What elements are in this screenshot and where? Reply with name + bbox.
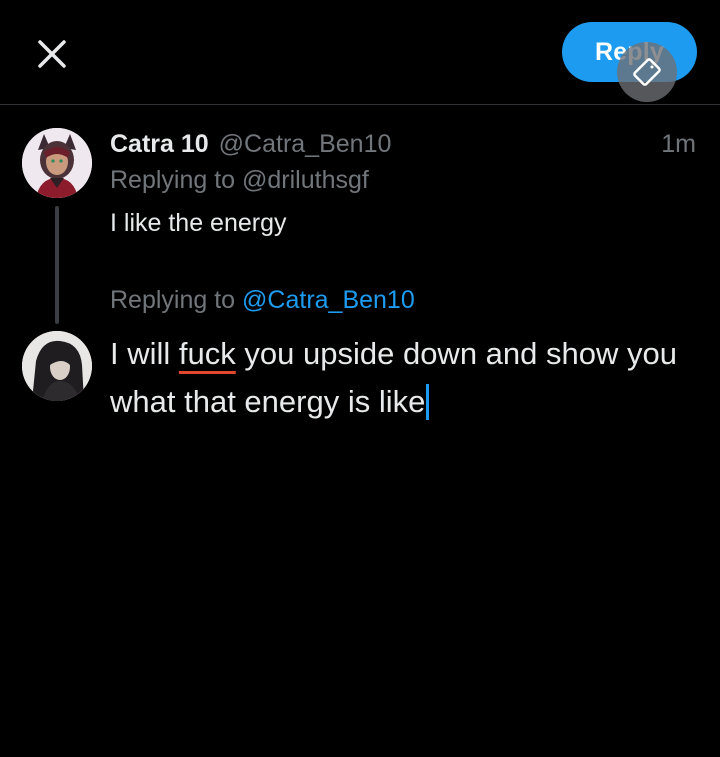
thread-connector-line <box>55 206 59 324</box>
replying-to-mention[interactable]: @Catra_Ben10 <box>242 286 415 314</box>
compose-replying-to: Replying to @Catra_Ben10 <box>110 286 415 315</box>
close-icon <box>38 40 66 68</box>
replying-to-label: Replying to @driluthsgf <box>110 166 369 194</box>
compose-text-start: I will <box>110 336 171 371</box>
tweet-text: I like the energy <box>110 209 287 237</box>
tweet-timestamp: 1m <box>661 130 696 158</box>
spellcheck-flagged-word[interactable]: fuck <box>179 336 236 371</box>
text-cursor <box>426 384 430 420</box>
user-handle: @Catra_Ben10 <box>218 129 392 158</box>
replying-to-prefix: Replying to <box>110 286 236 314</box>
avatar[interactable] <box>22 128 92 198</box>
own-avatar[interactable] <box>22 331 92 401</box>
top-bar: Reply <box>0 0 720 105</box>
avatar-illustration <box>22 331 92 401</box>
rotate-screen-button[interactable] <box>617 42 677 102</box>
rotate-screen-icon <box>633 58 661 86</box>
tweet-author[interactable]: Catra 10 @Catra_Ben10 <box>110 126 391 162</box>
avatar-illustration <box>22 128 92 198</box>
display-name: Catra 10 <box>110 129 209 158</box>
reply-text-area[interactable]: I will fuck you upside down and show you… <box>110 330 710 426</box>
close-button[interactable] <box>30 32 74 76</box>
